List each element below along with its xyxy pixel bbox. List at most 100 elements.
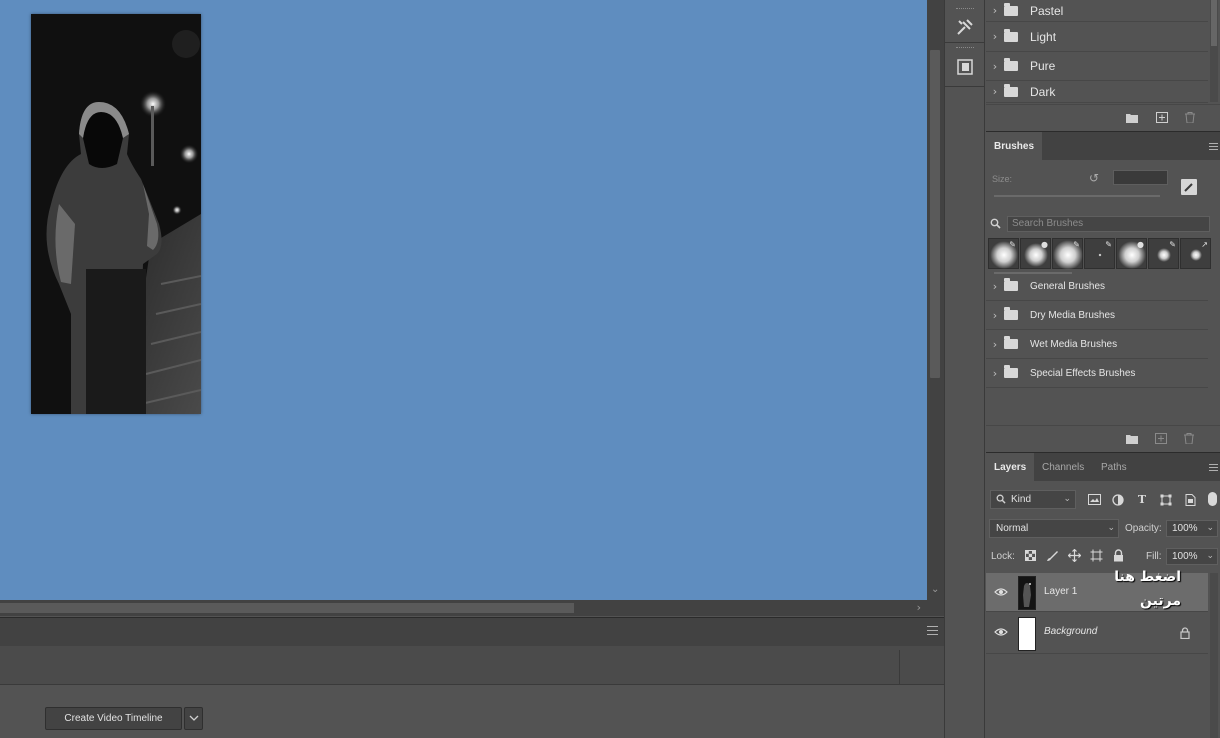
document-canvas[interactable] — [0, 0, 927, 600]
document-image[interactable] — [31, 14, 201, 414]
folder-icon — [1004, 28, 1018, 42]
clone-source-icon[interactable] — [954, 56, 976, 78]
tab-channels[interactable]: Channels — [1034, 453, 1092, 482]
lock-icon — [1180, 627, 1190, 639]
layer-thumbnail[interactable] — [1018, 576, 1036, 610]
swatches-scrollbar[interactable] — [1210, 0, 1218, 102]
strip-grip[interactable] — [956, 47, 974, 50]
shape-filter-icon[interactable] — [1159, 493, 1173, 506]
canvas-vertical-scrollbar[interactable]: ⌄ — [927, 0, 944, 600]
brush-settings-icon[interactable] — [1181, 179, 1197, 195]
filter-kind-select[interactable]: Kind ⌄ — [990, 490, 1076, 509]
tab-layers[interactable]: Layers — [986, 453, 1035, 482]
brush-folder-special-effects[interactable]: › Special Effects Brushes — [986, 359, 1208, 388]
strip-grip[interactable] — [956, 8, 974, 11]
timeline-type-dropdown[interactable] — [184, 707, 203, 730]
size-input[interactable] — [1113, 170, 1168, 185]
chevron-right-icon[interactable]: › — [986, 280, 1004, 293]
reset-icon[interactable]: ↺ — [1089, 171, 1099, 185]
new-folder-icon[interactable] — [1126, 433, 1138, 444]
tool-presets-icon[interactable] — [954, 16, 976, 38]
new-swatch-icon[interactable] — [1156, 112, 1168, 123]
folder-icon — [1004, 365, 1018, 378]
timeline-panel-menu-icon[interactable] — [927, 626, 938, 635]
swatch-folder-dark[interactable]: › Dark — [986, 81, 1208, 103]
scroll-down-arrow-icon[interactable]: ⌄ — [931, 584, 939, 595]
lock-transparent-pixels-icon[interactable] — [1023, 548, 1037, 562]
brushes-panel-menu-icon[interactable] — [1209, 143, 1218, 150]
layer-thumbnail[interactable] — [1018, 617, 1036, 651]
brush-folder-label: Dry Media Brushes — [1030, 309, 1116, 321]
new-folder-icon[interactable] — [1126, 112, 1138, 123]
swatch-folder-label: Pastel — [1030, 3, 1064, 18]
smart-object-filter-icon[interactable] — [1183, 493, 1197, 506]
brush-thumbnail[interactable]: ● — [1020, 238, 1051, 269]
drop-icon: ● — [1137, 240, 1144, 249]
horizontal-scroll-thumb[interactable] — [0, 603, 574, 613]
brush-folder-label: Special Effects Brushes — [1030, 367, 1136, 379]
brushes-footer — [986, 425, 1220, 451]
swatch-folder-pastel[interactable]: › Pastel — [986, 0, 1208, 22]
swatches-scroll-thumb[interactable] — [1211, 0, 1217, 46]
create-video-timeline-button[interactable]: Create Video Timeline — [45, 707, 182, 730]
chevron-right-icon[interactable]: › — [986, 30, 1004, 43]
filter-kind-value: Kind — [1011, 494, 1032, 505]
brush-thumbnail[interactable]: ✎ — [1084, 238, 1115, 269]
strip-divider — [945, 86, 985, 87]
opacity-input[interactable]: 100% ⌄ — [1166, 520, 1218, 537]
lock-artboard-icon[interactable] — [1089, 548, 1103, 562]
canvas-horizontal-scrollbar[interactable]: › — [0, 600, 927, 616]
fill-label: Fill: — [1146, 551, 1162, 562]
tab-brushes[interactable]: Brushes — [986, 132, 1043, 161]
lock-all-icon[interactable] — [1111, 548, 1125, 562]
brush-thumbnail[interactable]: ✎ — [1052, 238, 1083, 270]
layers-scrollbar[interactable] — [1210, 573, 1218, 738]
brush-folder-wet-media[interactable]: › Wet Media Brushes — [986, 330, 1208, 359]
brush-preview-size-slider[interactable] — [994, 272, 1072, 274]
layer-name[interactable]: Background — [1044, 626, 1097, 637]
lock-position-icon[interactable] — [1067, 548, 1081, 562]
scroll-right-arrow-icon[interactable]: › — [917, 601, 921, 614]
eye-icon[interactable] — [994, 626, 1008, 638]
eye-icon[interactable] — [994, 586, 1008, 598]
swatch-folder-pure[interactable]: › Pure — [986, 52, 1208, 81]
search-brushes-input[interactable]: Search Brushes — [1007, 216, 1210, 232]
chevron-right-icon[interactable]: › — [986, 85, 1004, 98]
fill-input[interactable]: 100% ⌄ — [1166, 548, 1218, 565]
type-filter-icon[interactable]: T — [1135, 493, 1149, 506]
brush-folder-general[interactable]: › General Brushes — [986, 272, 1208, 301]
folder-icon — [1004, 307, 1018, 320]
swatch-folder-light[interactable]: › Light — [986, 22, 1208, 52]
brush-thumbnail[interactable]: ↗ — [1180, 238, 1211, 269]
scroll-corner — [927, 600, 944, 616]
airbrush-icon: ✎ — [1169, 240, 1176, 249]
layers-panel-menu-icon[interactable] — [1209, 464, 1218, 471]
chevron-right-icon[interactable]: › — [986, 60, 1004, 73]
chevron-right-icon[interactable]: › — [986, 4, 1004, 17]
brush-thumbnail[interactable]: ✎ — [988, 238, 1019, 269]
trash-icon[interactable] — [1184, 112, 1196, 123]
chevron-down-icon[interactable]: ⌄ — [1206, 521, 1214, 536]
chevron-right-icon[interactable]: › — [986, 367, 1004, 380]
tab-paths[interactable]: Paths — [1093, 453, 1135, 482]
vertical-scroll-thumb[interactable] — [930, 50, 940, 378]
brush-thumbnail[interactable]: ● — [1116, 238, 1147, 269]
layer-row-layer-1[interactable]: Layer 1 اضغط هنا مرتين — [986, 569, 1208, 612]
filter-toggle[interactable] — [1208, 492, 1217, 506]
adjustment-filter-icon[interactable] — [1111, 493, 1125, 506]
blend-mode-select[interactable]: Normal ⌄ — [989, 519, 1119, 538]
brush-folder-dry-media[interactable]: › Dry Media Brushes — [986, 301, 1208, 330]
overlay-hint-line2: مرتين — [1140, 593, 1181, 609]
chevron-right-icon[interactable]: › — [986, 309, 1004, 322]
size-slider[interactable] — [994, 195, 1160, 197]
trash-icon[interactable] — [1183, 433, 1195, 444]
brush-thumbnail[interactable]: ✎ — [1148, 238, 1179, 269]
layer-row-background[interactable]: Background — [986, 613, 1208, 654]
chevron-down-icon[interactable]: ⌄ — [1206, 549, 1214, 564]
chevron-right-icon[interactable]: › — [986, 338, 1004, 351]
layer-name[interactable]: Layer 1 — [1044, 586, 1077, 597]
swatch-folder-label: Dark — [1030, 84, 1056, 99]
pixel-filter-icon[interactable] — [1087, 493, 1101, 506]
new-brush-icon[interactable] — [1155, 433, 1167, 444]
lock-image-pixels-icon[interactable] — [1045, 548, 1059, 562]
